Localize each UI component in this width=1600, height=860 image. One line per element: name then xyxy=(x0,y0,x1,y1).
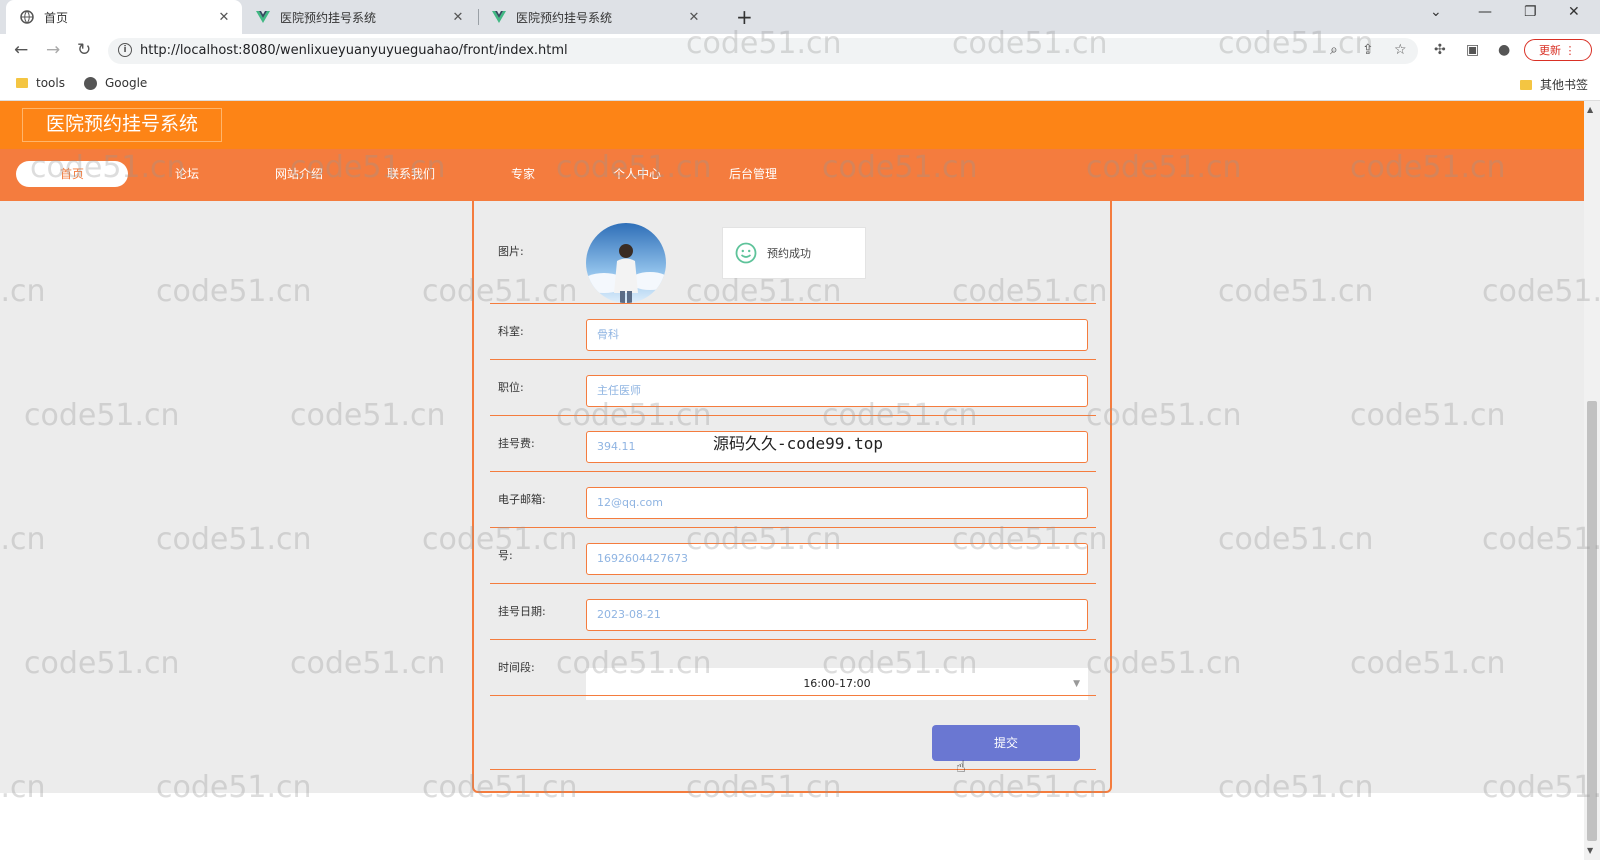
nav-contact[interactable]: 联系我们 xyxy=(374,161,448,187)
nav-about[interactable]: 网站介绍 xyxy=(262,161,336,187)
position-label: 职位: xyxy=(498,381,524,394)
position-input[interactable]: 主任医师 xyxy=(586,375,1088,407)
number-input[interactable]: 1692604427673 xyxy=(586,543,1088,575)
restore-icon[interactable]: ❐ xyxy=(1524,4,1537,20)
row-divider xyxy=(490,769,1096,770)
date-label: 挂号日期: xyxy=(498,605,546,618)
row-divider xyxy=(490,359,1096,360)
vue-icon xyxy=(256,10,270,24)
share-icon[interactable]: ⇪ xyxy=(1362,42,1374,58)
row-divider xyxy=(490,695,1096,696)
extensions-icon[interactable]: ✣ xyxy=(1434,42,1446,58)
close-tab-icon[interactable]: ✕ xyxy=(216,10,232,25)
bookmark-tools[interactable]: tools xyxy=(16,76,65,90)
globe-icon xyxy=(84,76,97,90)
watermark-text: code51.cn xyxy=(1482,522,1600,557)
date-input[interactable]: 2023-08-21 xyxy=(586,599,1088,631)
update-button[interactable]: 更新 ⋮ xyxy=(1524,39,1592,61)
site-title: 医院预约挂号系统 xyxy=(22,108,222,142)
email-label: 电子邮箱: xyxy=(498,493,546,506)
watermark-text: code51.cn xyxy=(1218,522,1374,557)
page-scrollbar[interactable]: ▲ ▼ xyxy=(1584,101,1600,860)
overlay-watermark-text: 源码久久-code99.top xyxy=(713,434,883,453)
submit-button[interactable]: 提交 xyxy=(932,725,1080,761)
new-tab-icon[interactable]: + xyxy=(736,5,753,29)
tab-title: 医院预约挂号系统 xyxy=(280,10,377,25)
scroll-up-icon[interactable]: ▲ xyxy=(1587,105,1593,114)
number-label: 号: xyxy=(498,549,513,562)
watermark-text: code51.cn xyxy=(1350,398,1506,433)
watermark-text: code51.cn xyxy=(290,398,446,433)
other-bookmarks[interactable]: 其他书签 xyxy=(1520,76,1588,93)
watermark-text: code51.cn xyxy=(1218,274,1374,309)
booking-form: 图片: 预约成功 科室: 骨科 职位: 主任医师 挂号费: 394.11 电子邮… xyxy=(472,201,1112,793)
bookmark-star-icon[interactable]: ☆ xyxy=(1394,42,1407,58)
close-tab-icon[interactable]: ✕ xyxy=(450,10,466,25)
scrollbar-thumb[interactable] xyxy=(1587,401,1597,841)
site-nav: 首页 论坛 网站介绍 联系我们 专家 个人中心 后台管理 xyxy=(0,149,1584,201)
department-input[interactable]: 骨科 xyxy=(586,319,1088,351)
tab-search-chevron-icon[interactable]: ⌄ xyxy=(1430,4,1442,20)
row-divider xyxy=(490,583,1096,584)
url-field[interactable]: i http://localhost:8080/wenlixueyuanyuyu… xyxy=(108,38,1418,64)
site-info-icon[interactable]: i xyxy=(118,43,132,57)
watermark-text: code51.cn xyxy=(156,274,312,309)
vue-icon xyxy=(492,10,506,24)
department-label: 科室: xyxy=(498,325,524,338)
watermark-text: code51.cn xyxy=(0,274,46,309)
close-window-icon[interactable]: ✕ xyxy=(1568,4,1580,20)
watermark-text: code51.cn xyxy=(290,646,446,681)
watermark-text: code51.cn xyxy=(156,522,312,557)
hand-cursor-icon: ☝ xyxy=(956,757,966,776)
row-divider xyxy=(490,527,1096,528)
site-header: 医院预约挂号系统 xyxy=(0,101,1584,149)
tab-strip: 首页 ✕ 医院预约挂号系统 ✕ 医院预约挂号系统 ✕ + ⌄ — ❐ ✕ xyxy=(0,0,1600,34)
bookmark-google[interactable]: Google xyxy=(84,76,147,90)
tab-title: 医院预约挂号系统 xyxy=(516,10,613,25)
browser-tab-home[interactable]: 首页 ✕ xyxy=(6,0,242,34)
doctor-avatar xyxy=(586,223,666,303)
watermark-text: code51.cn xyxy=(0,522,46,557)
browser-tab-3[interactable]: 医院预约挂号系统 ✕ xyxy=(478,0,712,34)
email-input[interactable]: 12@qq.com xyxy=(586,487,1088,519)
page-footer-area xyxy=(0,793,1584,860)
profile-icon[interactable]: ● xyxy=(1498,42,1510,58)
row-divider xyxy=(490,415,1096,416)
forward-icon[interactable]: → xyxy=(46,40,60,60)
url-text: http://localhost:8080/wenlixueyuanyuyueg… xyxy=(140,43,568,58)
close-tab-icon[interactable]: ✕ xyxy=(686,10,702,25)
smile-icon xyxy=(735,242,757,264)
address-bar-row: ← → ↻ i http://localhost:8080/wenlixueyu… xyxy=(0,34,1600,68)
globe-icon xyxy=(20,10,34,24)
toast-message: 预约成功 xyxy=(767,247,811,260)
nav-profile[interactable]: 个人中心 xyxy=(598,161,676,187)
row-divider xyxy=(490,303,1096,304)
watermark-text: code51.cn xyxy=(1482,274,1600,309)
watermark-text: code51.cn xyxy=(24,398,180,433)
reload-icon[interactable]: ↻ xyxy=(77,40,91,60)
side-panel-icon[interactable]: ▣ xyxy=(1466,42,1479,58)
tab-title: 首页 xyxy=(44,10,69,25)
bookmarks-bar: tools Google 其他书签 xyxy=(0,68,1600,101)
time-slot-value: 16:00-17:00 xyxy=(803,677,871,690)
folder-icon xyxy=(16,78,28,88)
back-icon[interactable]: ← xyxy=(14,40,28,60)
fee-label: 挂号费: xyxy=(498,437,535,450)
minimize-icon[interactable]: — xyxy=(1478,4,1492,20)
nav-forum[interactable]: 论坛 xyxy=(150,161,224,187)
row-divider xyxy=(490,639,1096,640)
nav-admin[interactable]: 后台管理 xyxy=(714,161,792,187)
nav-experts[interactable]: 专家 xyxy=(486,161,560,187)
zoom-icon[interactable]: ⌕ xyxy=(1330,42,1338,58)
watermark-text: code51.cn xyxy=(1350,646,1506,681)
scroll-down-icon[interactable]: ▼ xyxy=(1587,846,1593,855)
browser-tab-2[interactable]: 医院预约挂号系统 ✕ xyxy=(242,0,476,34)
folder-icon xyxy=(1520,79,1532,90)
image-label: 图片: xyxy=(498,245,524,258)
nav-home[interactable]: 首页 xyxy=(16,161,128,187)
watermark-text: code51.cn xyxy=(24,646,180,681)
success-toast: 预约成功 xyxy=(722,227,866,279)
row-divider xyxy=(490,471,1096,472)
time-slot-label: 时间段: xyxy=(498,661,535,674)
